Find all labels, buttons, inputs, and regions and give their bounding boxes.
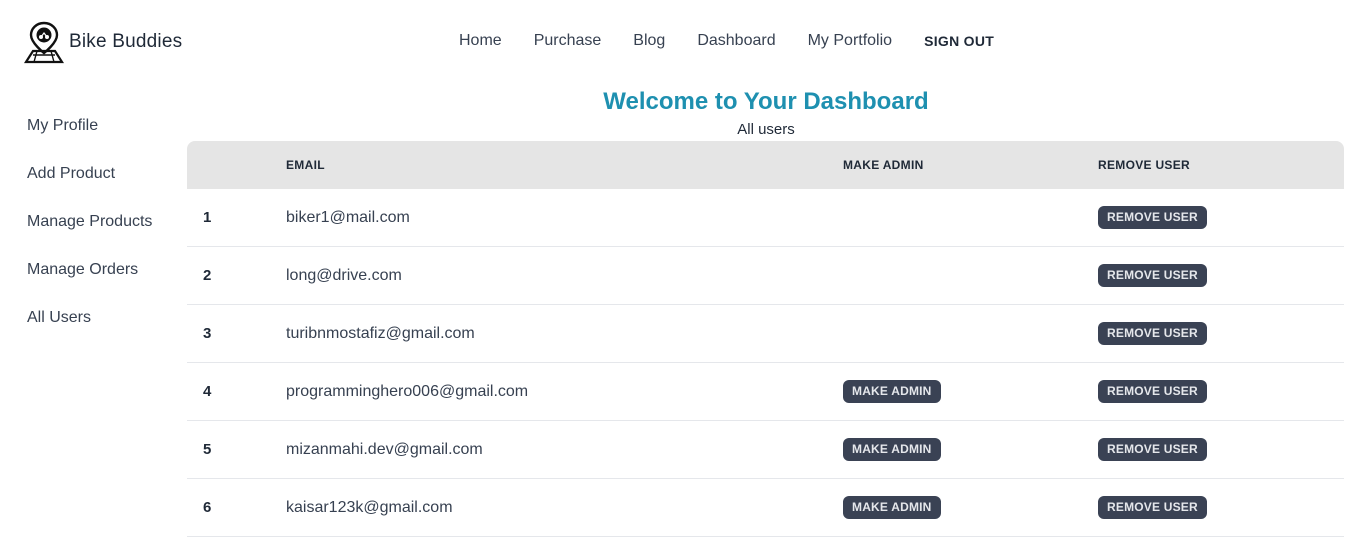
nav-purchase[interactable]: Purchase — [534, 32, 602, 50]
users-table: EMAIL MAKE ADMIN REMOVE USER 1 biker1@mai… — [187, 141, 1344, 537]
sidebar-item-all-users[interactable]: All Users — [27, 306, 152, 354]
header-make-admin: MAKE ADMIN — [843, 158, 924, 172]
table-header: EMAIL MAKE ADMIN REMOVE USER — [187, 141, 1344, 189]
map-pin-bike-icon — [23, 21, 65, 64]
nav-home[interactable]: Home — [459, 32, 502, 50]
row-number: 2 — [203, 267, 212, 284]
sidebar-item-manage-orders[interactable]: Manage Orders — [27, 258, 152, 306]
user-email: programminghero006@gmail.com — [286, 382, 529, 400]
remove-user-button[interactable]: REMOVE USER — [1098, 380, 1207, 403]
table-row: 5 mizanmahi.dev@gmail.com MAKE ADMIN REMOVE… — [187, 421, 1344, 479]
remove-user-button[interactable]: REMOVE USER — [1098, 322, 1207, 345]
sign-out-button[interactable]: SIGN OUT — [924, 33, 994, 49]
table-row: 3 turibnmostafiz@gmail.com REMOVE USER — [187, 305, 1344, 363]
row-number: 4 — [203, 383, 212, 400]
user-email: biker1@mail.com — [286, 208, 410, 226]
make-admin-cell: MAKE ADMIN — [843, 479, 941, 536]
brand-logo[interactable]: Bike Buddies — [22, 20, 182, 64]
remove-user-cell: REMOVE USER — [1098, 479, 1207, 536]
dashboard-sidebar: My Profile Add Product Manage Products M… — [27, 114, 152, 354]
table-row: 1 biker1@mail.com REMOVE USER — [187, 189, 1344, 247]
user-email: long@drive.com — [286, 266, 402, 284]
table-body: 1 biker1@mail.com REMOVE USER 2 long@drive.c… — [187, 189, 1344, 537]
remove-user-button[interactable]: REMOVE USER — [1098, 264, 1207, 287]
page-subtitle: All users — [737, 121, 795, 138]
make-admin-button[interactable]: MAKE ADMIN — [843, 438, 941, 461]
row-number: 5 — [203, 441, 212, 458]
remove-user-cell: REMOVE USER — [1098, 247, 1207, 304]
nav-blog[interactable]: Blog — [633, 32, 665, 50]
page-title: Welcome to Your Dashboard — [603, 88, 929, 115]
remove-user-cell: REMOVE USER — [1098, 305, 1207, 362]
user-email: mizanmahi.dev@gmail.com — [286, 440, 483, 458]
header-remove-user: REMOVE USER — [1098, 158, 1190, 172]
nav-dashboard[interactable]: Dashboard — [697, 32, 775, 50]
user-email: kaisar123k@gmail.com — [286, 498, 453, 516]
make-admin-button[interactable]: MAKE ADMIN — [843, 496, 941, 519]
sidebar-item-my-profile[interactable]: My Profile — [27, 114, 152, 162]
top-nav: Home Purchase Blog Dashboard My Portfoli… — [459, 32, 994, 50]
row-number: 3 — [203, 325, 212, 342]
sidebar-item-manage-products[interactable]: Manage Products — [27, 210, 152, 258]
sidebar-item-add-product[interactable]: Add Product — [27, 162, 152, 210]
remove-user-cell: REMOVE USER — [1098, 421, 1207, 478]
header-email: EMAIL — [286, 158, 325, 172]
table-row: 4 programminghero006@gmail.com MAKE ADMIN R… — [187, 363, 1344, 421]
row-number: 6 — [203, 499, 212, 516]
remove-user-cell: REMOVE USER — [1098, 363, 1207, 420]
nav-my-portfolio[interactable]: My Portfolio — [808, 32, 892, 50]
make-admin-button[interactable]: MAKE ADMIN — [843, 380, 941, 403]
remove-user-button[interactable]: REMOVE USER — [1098, 438, 1207, 461]
make-admin-cell: MAKE ADMIN — [843, 421, 941, 478]
remove-user-button[interactable]: REMOVE USER — [1098, 496, 1207, 519]
table-row: 6 kaisar123k@gmail.com MAKE ADMIN REMOVE US… — [187, 479, 1344, 537]
make-admin-cell: MAKE ADMIN — [843, 363, 941, 420]
table-row: 2 long@drive.com REMOVE USER — [187, 247, 1344, 305]
brand-name: Bike Buddies — [69, 31, 183, 52]
user-email: turibnmostafiz@gmail.com — [286, 324, 475, 342]
row-number: 1 — [203, 209, 212, 226]
remove-user-cell: REMOVE USER — [1098, 189, 1207, 246]
remove-user-button[interactable]: REMOVE USER — [1098, 206, 1207, 229]
